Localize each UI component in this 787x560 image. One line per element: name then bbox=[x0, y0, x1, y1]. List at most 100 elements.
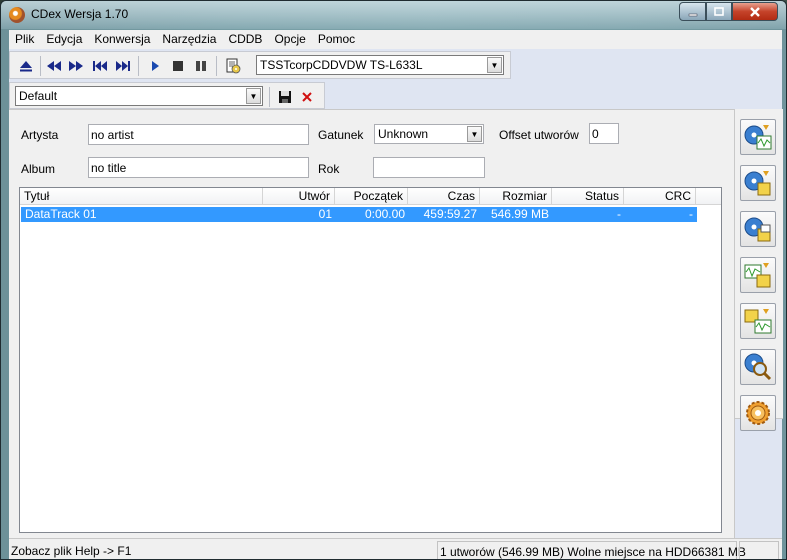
menu-narzedzia[interactable]: Narzędzia bbox=[156, 30, 222, 49]
column-header-time[interactable]: Czas bbox=[408, 188, 480, 205]
action-sidebar bbox=[734, 109, 783, 538]
offset-input[interactable] bbox=[590, 124, 618, 143]
artist-input[interactable] bbox=[89, 125, 308, 144]
cd-document-icon bbox=[226, 58, 241, 74]
cell-title: DataTrack 01 bbox=[25, 207, 97, 221]
cd-magnifier-icon bbox=[744, 353, 772, 381]
stop-button[interactable] bbox=[168, 56, 188, 76]
cell-start: 0:00.00 bbox=[364, 207, 405, 221]
pause-button[interactable] bbox=[191, 56, 211, 76]
album-label: Album bbox=[21, 162, 56, 176]
cddb-query-button[interactable] bbox=[740, 349, 776, 385]
previous-track-button[interactable] bbox=[90, 56, 110, 76]
menu-opcje[interactable]: Opcje bbox=[268, 30, 311, 49]
extract-to-wav-button[interactable] bbox=[740, 119, 776, 155]
settings-button[interactable] bbox=[740, 395, 776, 431]
cd-to-wave-icon bbox=[744, 125, 772, 150]
track-list[interactable]: Tytuł Utwór Początek Czas Rozmiar Status… bbox=[19, 187, 722, 533]
app-window: CDex Wersja 1.70 Plik Edycja Konwersja N… bbox=[0, 0, 787, 560]
year-label: Rok bbox=[318, 162, 340, 176]
extract-partial-button[interactable] bbox=[740, 211, 776, 247]
rewind-icon bbox=[47, 61, 61, 71]
status-help: Zobacz plik Help -> F1 bbox=[11, 544, 132, 558]
album-field[interactable] bbox=[88, 157, 309, 178]
cd-info-button[interactable] bbox=[223, 56, 243, 76]
title-bar[interactable]: CDex Wersja 1.70 bbox=[1, 1, 786, 29]
mp3-to-wav-button[interactable] bbox=[740, 303, 776, 339]
column-header-track[interactable]: Utwór bbox=[263, 188, 335, 205]
eject-button[interactable] bbox=[16, 56, 36, 76]
floppy-save-icon bbox=[279, 91, 291, 103]
toolbar-area: TSSTcorpCDDVDW TS-L633L ▼ Default ▼ bbox=[9, 49, 782, 109]
window-title: CDex Wersja 1.70 bbox=[31, 7, 129, 21]
menu-bar: Plik Edycja Konwersja Narzędzia CDDB Opc… bbox=[9, 30, 782, 49]
skip-forward-icon bbox=[116, 61, 130, 71]
artist-field[interactable] bbox=[88, 124, 309, 145]
save-profile-button[interactable] bbox=[275, 87, 295, 107]
maximize-button[interactable] bbox=[706, 2, 732, 21]
minimize-icon bbox=[688, 13, 697, 16]
cell-track: 01 bbox=[318, 207, 332, 221]
stop-icon bbox=[173, 61, 183, 71]
action-buttons-panel bbox=[735, 109, 783, 431]
year-field[interactable] bbox=[373, 157, 485, 178]
menu-plik[interactable]: Plik bbox=[9, 30, 40, 49]
file-to-wave-icon bbox=[744, 309, 772, 334]
profile-select-value: Default bbox=[19, 89, 58, 103]
player-toolbar: TSSTcorpCDDVDW TS-L633L ▼ bbox=[9, 51, 511, 79]
rewind-button[interactable] bbox=[44, 56, 64, 76]
cell-status: - bbox=[617, 207, 621, 221]
close-icon bbox=[750, 6, 760, 17]
wav-to-mp3-button[interactable] bbox=[740, 257, 776, 293]
main-panel: Artysta Album Gatunek Unknown ▼ Rok Offs… bbox=[9, 109, 734, 538]
genre-label: Gatunek bbox=[318, 128, 364, 142]
pause-icon bbox=[196, 61, 206, 71]
genre-select[interactable]: Unknown ▼ bbox=[374, 124, 484, 144]
cell-crc: - bbox=[689, 207, 693, 221]
menu-pomoc[interactable]: Pomoc bbox=[312, 30, 361, 49]
cdex-app-icon bbox=[9, 7, 25, 23]
cell-time: 459:59.27 bbox=[423, 207, 477, 221]
extract-to-mp3-button[interactable] bbox=[740, 165, 776, 201]
fast-forward-icon bbox=[69, 61, 83, 71]
minimize-button[interactable] bbox=[679, 2, 706, 21]
close-button[interactable] bbox=[732, 2, 778, 21]
column-header-size[interactable]: Rozmiar bbox=[480, 188, 552, 205]
menu-konwersja[interactable]: Konwersja bbox=[88, 30, 156, 49]
genre-select-value: Unknown bbox=[378, 127, 429, 141]
profile-select[interactable]: Default ▼ bbox=[15, 86, 263, 106]
status-extra bbox=[739, 541, 779, 559]
drive-select[interactable]: TSSTcorpCDDVDW TS-L633L ▼ bbox=[256, 55, 504, 75]
delete-profile-button[interactable] bbox=[297, 87, 317, 107]
next-track-button[interactable] bbox=[113, 56, 133, 76]
status-bar: Zobacz plik Help -> F1 1 utworów (546.99… bbox=[9, 538, 782, 559]
eject-icon bbox=[20, 61, 32, 72]
play-icon bbox=[152, 61, 159, 71]
column-header-status[interactable]: Status bbox=[552, 188, 624, 205]
column-header-title[interactable]: Tytuł bbox=[20, 188, 263, 205]
drive-select-value: TSSTcorpCDDVDW TS-L633L bbox=[260, 58, 423, 72]
status-info: 1 utworów (546.99 MB) Wolne miejsce na H… bbox=[437, 541, 746, 559]
track-list-header: Tytuł Utwór Początek Czas Rozmiar Status… bbox=[20, 188, 721, 205]
profile-toolbar: Default ▼ bbox=[9, 82, 325, 109]
chevron-down-icon[interactable]: ▼ bbox=[246, 88, 261, 104]
offset-label: Offset utworów bbox=[499, 128, 579, 142]
chevron-down-icon[interactable]: ▼ bbox=[467, 126, 482, 142]
offset-field[interactable] bbox=[589, 123, 619, 144]
year-input[interactable] bbox=[374, 158, 484, 177]
skip-back-icon bbox=[93, 61, 107, 71]
menu-edycja[interactable]: Edycja bbox=[40, 30, 88, 49]
cd-to-file-icon bbox=[744, 171, 771, 196]
album-input[interactable] bbox=[89, 158, 308, 177]
column-header-start[interactable]: Początek bbox=[335, 188, 408, 205]
wave-to-file-icon bbox=[744, 263, 771, 288]
column-header-crc[interactable]: CRC bbox=[624, 188, 696, 205]
chevron-down-icon[interactable]: ▼ bbox=[487, 57, 502, 73]
fast-forward-button[interactable] bbox=[66, 56, 86, 76]
menu-cddb[interactable]: CDDB bbox=[222, 30, 268, 49]
gear-icon bbox=[746, 401, 770, 425]
play-button[interactable] bbox=[145, 56, 165, 76]
maximize-icon bbox=[714, 6, 724, 16]
artist-label: Artysta bbox=[21, 128, 59, 142]
table-row[interactable]: DataTrack 01 01 0:00.00 459:59.27 546.99… bbox=[21, 207, 697, 222]
